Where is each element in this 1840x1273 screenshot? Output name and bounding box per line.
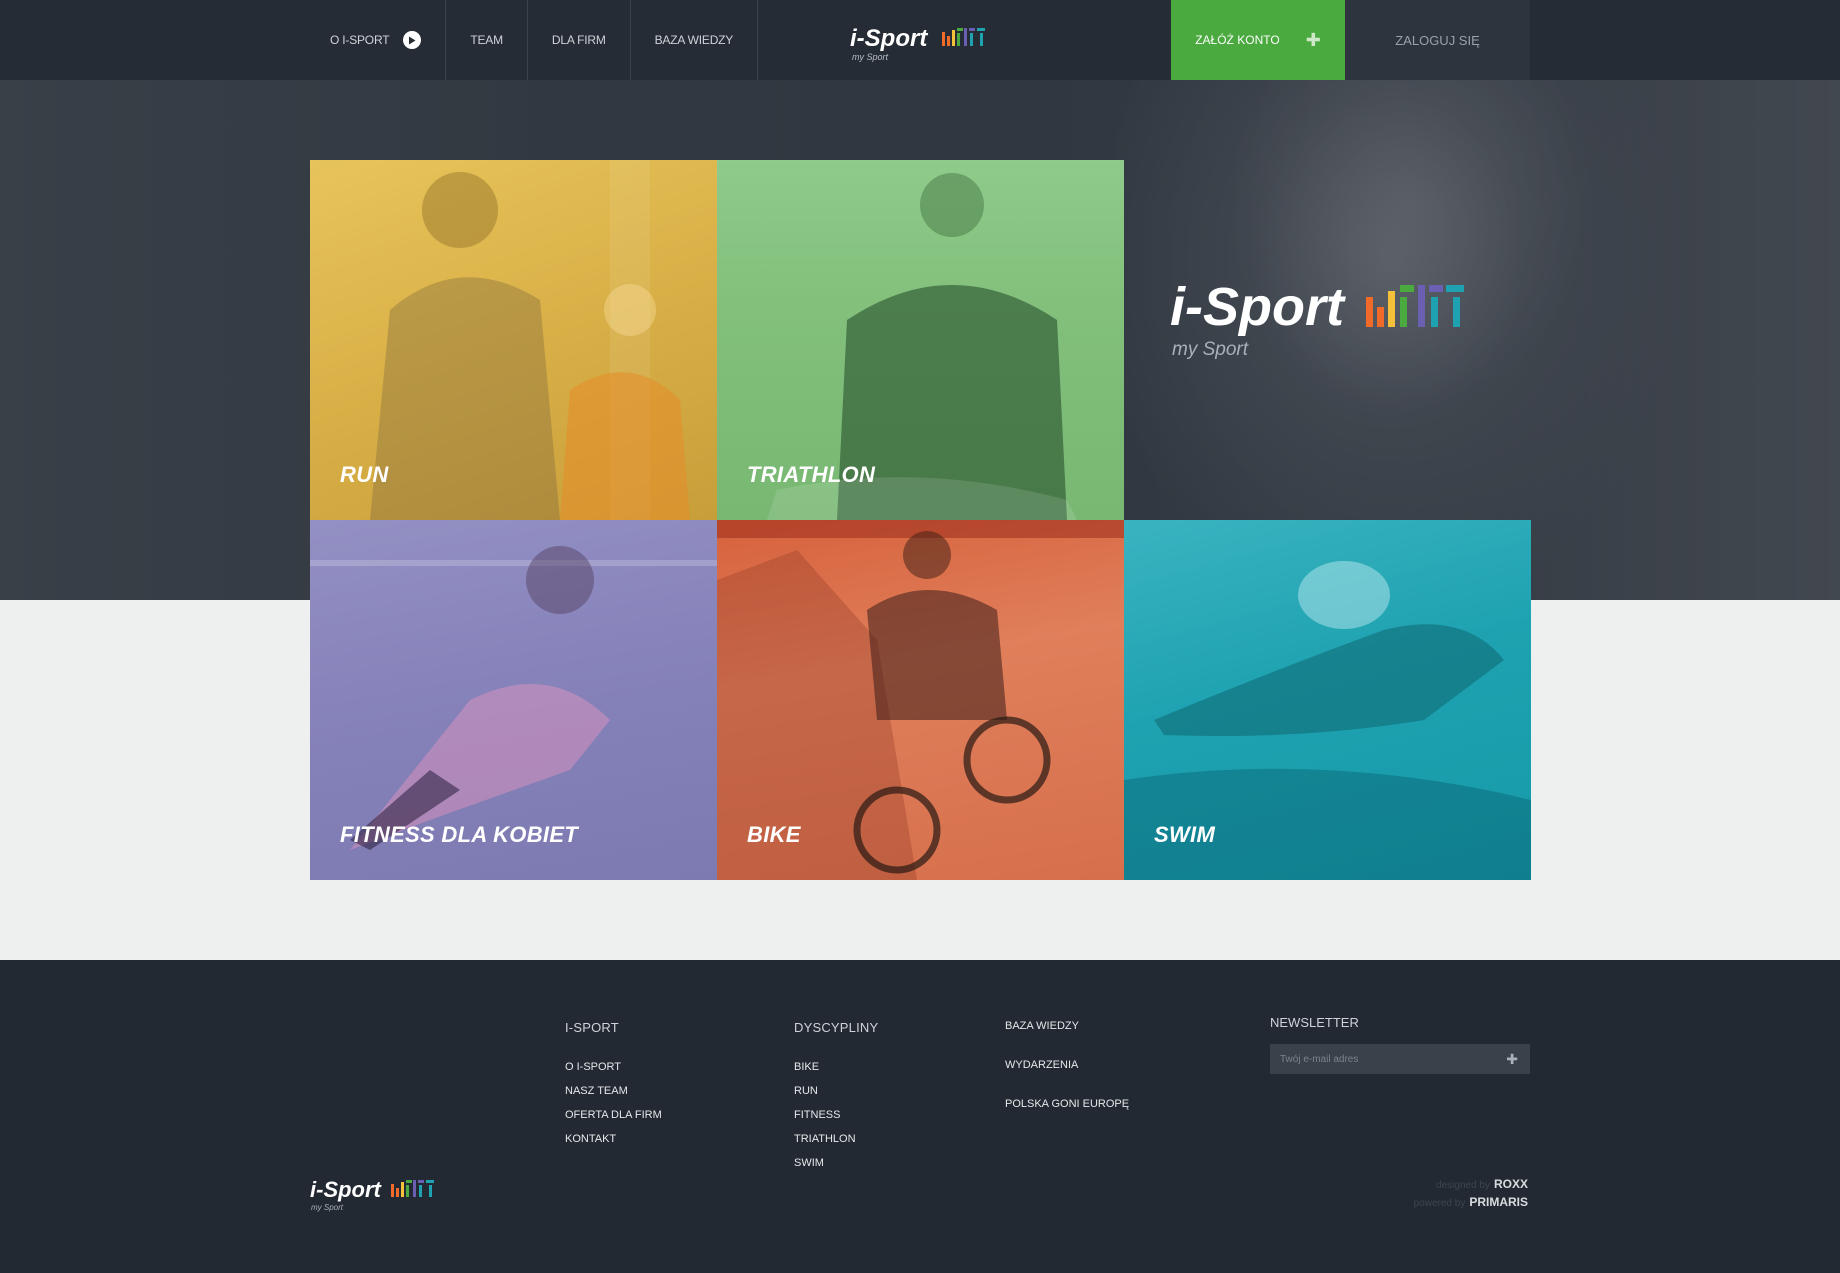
footer-logo-text: i-Sport bbox=[310, 1177, 383, 1202]
tile-fitness[interactable]: Fitness dla kobiet bbox=[310, 520, 717, 880]
footer-link[interactable]: Wydarzenia bbox=[1005, 1059, 1129, 1072]
logo-text: i-Sport bbox=[850, 25, 928, 52]
login-button[interactable]: Zaloguj się bbox=[1345, 0, 1530, 80]
logo-bars-icon bbox=[942, 28, 985, 46]
tile-label: Run bbox=[340, 462, 389, 487]
nav-item-label: Dla firm bbox=[551, 33, 606, 47]
nav-item-label: O i-Sport bbox=[330, 33, 390, 47]
plus-icon[interactable]: ✚ bbox=[1506, 1051, 1518, 1068]
footer-link[interactable]: Nasz team bbox=[565, 1085, 662, 1098]
footer-col-title: Dyscypliny bbox=[794, 1020, 879, 1035]
designed-by: designed by ROXX bbox=[1414, 1176, 1528, 1194]
designer-name[interactable]: ROXX bbox=[1494, 1177, 1528, 1191]
logo-bars-icon bbox=[391, 1180, 434, 1197]
footer: I-Sport O i-Sport Nasz team Oferta dla f… bbox=[0, 960, 1840, 1273]
footer-logo-sub: my Sport bbox=[311, 1203, 344, 1212]
designed-by-label: designed by bbox=[1436, 1180, 1490, 1191]
footer-link[interactable]: Swim bbox=[794, 1157, 878, 1170]
tile-triathlon[interactable]: Triathlon bbox=[717, 160, 1124, 520]
footer-link[interactable]: Polska goni Europę bbox=[1005, 1098, 1129, 1111]
nav-item-dla-firm[interactable]: Dla firm bbox=[528, 0, 631, 80]
nav-item-team[interactable]: Team bbox=[446, 0, 528, 80]
tile-bike[interactable]: Bike bbox=[717, 520, 1124, 880]
plus-icon: ✚ bbox=[1305, 29, 1321, 50]
top-header: O i-Sport Team Dla firm Baza wiedzy i-Sp… bbox=[0, 0, 1840, 80]
newsletter-title: Newsletter bbox=[1270, 1015, 1359, 1030]
footer-link[interactable]: Triathlon bbox=[794, 1133, 878, 1146]
footer-col-isport: I-Sport O i-Sport Nasz team Oferta dla f… bbox=[565, 1020, 662, 1157]
play-icon[interactable] bbox=[403, 31, 422, 49]
isport-logo[interactable]: i-Sport my Sport bbox=[850, 24, 995, 66]
logo-sub: my Sport bbox=[852, 52, 889, 62]
newsletter: Newsletter ✚ bbox=[1270, 1015, 1530, 1074]
footer-link[interactable]: Bike bbox=[794, 1061, 878, 1074]
footer-logo[interactable]: i-Sport my Sport bbox=[310, 1175, 440, 1215]
footer-col-title: I-Sport bbox=[565, 1020, 619, 1035]
powered-name[interactable]: PRIMARIS bbox=[1469, 1195, 1528, 1209]
newsletter-form: ✚ bbox=[1270, 1044, 1530, 1074]
discipline-tiles: Run Triathlon Fitness dla kobiet Bike bbox=[310, 160, 1531, 880]
footer-link[interactable]: Fitness bbox=[794, 1109, 878, 1122]
footer-link[interactable]: Oferta dla firm bbox=[565, 1109, 662, 1122]
footer-link[interactable]: Kontakt bbox=[565, 1133, 662, 1146]
tile-run[interactable]: Run bbox=[310, 160, 717, 520]
nav-item-o-isport[interactable]: O i-Sport bbox=[310, 0, 447, 80]
footer-col-dyscypliny: Dyscypliny Bike Run Fitness Triathlon Sw… bbox=[794, 1020, 878, 1181]
tile-label: Fitness dla kobiet bbox=[340, 822, 579, 847]
tile-label: Triathlon bbox=[747, 462, 876, 487]
newsletter-email-input[interactable] bbox=[1280, 1053, 1480, 1065]
nav-item-label: Team bbox=[470, 33, 503, 47]
tile-label: Swim bbox=[1154, 822, 1216, 847]
credits: designed by ROXX powered by PRIMARIS bbox=[1414, 1176, 1528, 1212]
footer-col-misc: Baza wiedzy Wydarzenia Polska goni Europ… bbox=[1005, 1020, 1129, 1137]
main-nav: O i-Sport Team Dla firm Baza wiedzy bbox=[310, 0, 759, 80]
tile-label: Bike bbox=[747, 822, 801, 847]
powered-by: powered by PRIMARIS bbox=[1414, 1194, 1528, 1212]
login-label: Zaloguj się bbox=[1395, 32, 1480, 48]
footer-link[interactable]: Baza wiedzy bbox=[1005, 1020, 1129, 1033]
nav-item-baza-wiedzy[interactable]: Baza wiedzy bbox=[631, 0, 759, 80]
footer-link[interactable]: O i-Sport bbox=[565, 1061, 662, 1074]
nav-item-label: Baza wiedzy bbox=[654, 33, 734, 47]
register-button[interactable]: Załóż konto ✚ bbox=[1171, 0, 1345, 80]
register-label: Załóż konto bbox=[1195, 33, 1280, 47]
powered-by-label: powered by bbox=[1413, 1198, 1466, 1209]
tile-swim[interactable]: Swim bbox=[1124, 520, 1531, 880]
footer-link[interactable]: Run bbox=[794, 1085, 878, 1098]
